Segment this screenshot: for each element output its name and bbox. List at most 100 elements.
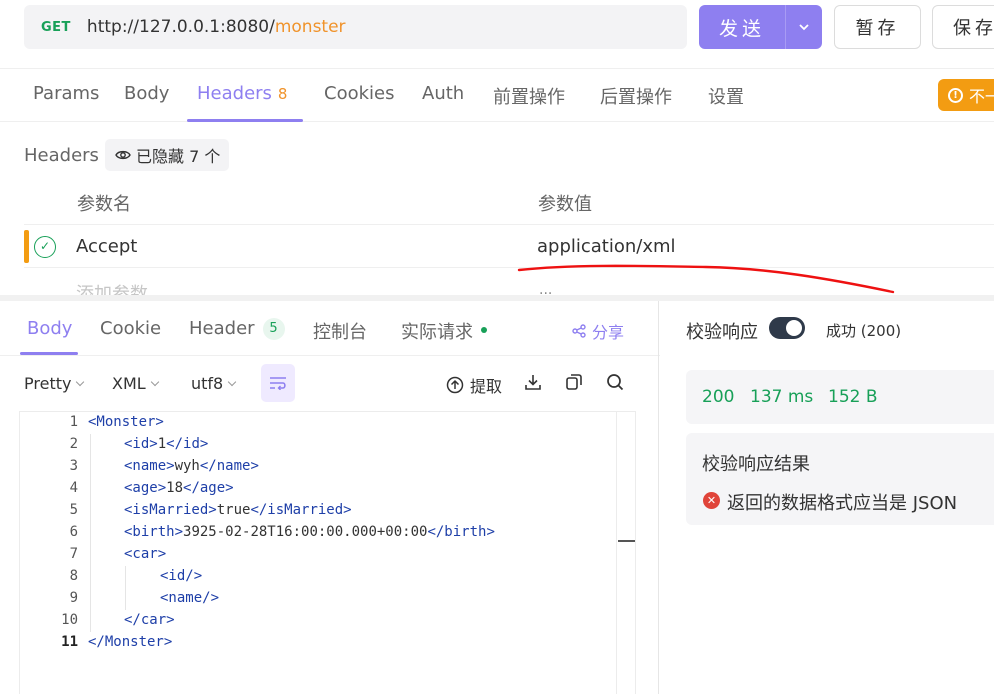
tab-params[interactable]: Params [33, 83, 99, 104]
scrollbar-thumb[interactable] [618, 540, 635, 542]
copy-icon[interactable] [565, 373, 583, 391]
format-value: Pretty [24, 374, 72, 393]
send-dropdown-icon[interactable] [786, 23, 822, 31]
tab-headers-label: Headers [197, 83, 272, 104]
response-tab-header[interactable]: Header 5 [189, 318, 285, 340]
warning-pill[interactable]: ! 不一 [938, 79, 994, 111]
xml-tag: </isMarried> [250, 502, 352, 518]
indent-guide [90, 434, 91, 632]
url-base: http://127.0.0.1:8080/ [86, 17, 275, 37]
tab-settings[interactable]: 设置 [708, 83, 744, 109]
headers-count-badge: 8 [277, 85, 288, 103]
validate-response-label: 校验响应 [686, 322, 758, 343]
send-button[interactable]: 发送 [699, 5, 822, 49]
indent-guide [125, 566, 126, 610]
hidden-chip-label: 已隐藏 7 个 [136, 147, 221, 166]
header-value-input[interactable]: application/xml [537, 236, 676, 257]
code-line: <isMarried>true</isMarried> [124, 502, 352, 518]
hidden-headers-chip[interactable]: 已隐藏 7 个 [105, 139, 229, 171]
header-name-input[interactable]: Accept [76, 236, 137, 257]
search-icon[interactable] [606, 373, 624, 391]
add-param-input[interactable]: 添加参数 [76, 280, 148, 296]
status-dot [481, 327, 487, 333]
response-tab-cookie[interactable]: Cookie [100, 318, 161, 339]
column-header-value: 参数值 [538, 194, 592, 215]
type-dropdown[interactable]: XML [112, 374, 159, 393]
format-dropdown[interactable]: Pretty [24, 374, 85, 393]
encoding-dropdown[interactable]: utf8 [191, 374, 237, 393]
chevron-down-icon [150, 377, 159, 386]
tab-body[interactable]: Body [124, 83, 169, 104]
xml-tag: </age> [183, 480, 234, 496]
validation-error-message: 返回的数据格式应当是 JSON [727, 493, 958, 514]
xml-text: wyh [174, 458, 200, 474]
request-tabs: Params Body Headers 8 Cookies Auth 前置操作 后… [0, 68, 994, 122]
xml-tag: <name> [124, 458, 175, 474]
url-input[interactable]: http://127.0.0.1:8080/monster [87, 17, 346, 37]
tab-cookies[interactable]: Cookies [324, 83, 394, 104]
error-icon: ✕ [703, 492, 720, 509]
word-wrap-button[interactable] [261, 364, 295, 402]
xml-tag: <Monster> [88, 414, 164, 430]
xml-text: 1 [157, 436, 167, 452]
xml-tag: <age> [124, 480, 167, 496]
extract-button[interactable]: 提取 [446, 373, 502, 397]
response-tab-console[interactable]: 控制台 [313, 318, 367, 344]
code-line: <car> [124, 546, 166, 562]
chevron-down-icon [227, 377, 237, 386]
xml-tag: <id/> [160, 568, 203, 584]
xml-tag: <car> [124, 546, 167, 562]
validation-result-title: 校验响应结果 [702, 454, 810, 475]
xml-tag: </Monster> [88, 634, 173, 650]
panel-vertical-divider[interactable] [658, 301, 659, 694]
response-time: 137 ms [750, 387, 814, 407]
panel-resize-bar[interactable] [0, 295, 994, 301]
save-temp-button[interactable]: 暂存 [834, 5, 921, 49]
headers-section-title: Headers [24, 145, 99, 166]
extract-icon [446, 376, 464, 394]
tab-post-processors[interactable]: 后置操作 [600, 83, 672, 109]
response-tab-actual-request[interactable]: 实际请求 [401, 318, 487, 344]
method-label[interactable]: GET [41, 20, 71, 35]
response-status: 成功 (200) [826, 322, 902, 340]
line-number: 1 [69, 414, 78, 430]
toggle-knob [786, 320, 802, 336]
xml-text: true [216, 502, 251, 518]
url-bar[interactable]: GET http://127.0.0.1:8080/monster [24, 5, 687, 49]
response-tab-actual-request-label: 实际请求 [401, 322, 473, 343]
line-number: 7 [69, 546, 78, 562]
save-button[interactable]: 保存 [932, 5, 994, 49]
share-label: 分享 [592, 323, 625, 342]
response-size: 152 B [828, 387, 878, 407]
checkmark-icon[interactable]: ✓ [34, 236, 56, 258]
code-line: <Monster> [88, 414, 164, 430]
chevron-down-icon [76, 377, 85, 386]
response-tab-body[interactable]: Body [27, 318, 72, 339]
xml-text: 18 [166, 480, 184, 496]
code-line: <age>18</age> [124, 480, 234, 496]
word-wrap-icon [270, 377, 286, 390]
status-code: 200 [702, 387, 735, 407]
encoding-value: utf8 [191, 374, 224, 393]
xml-tag: </birth> [427, 524, 495, 540]
share-button[interactable]: 分享 [572, 319, 624, 343]
validation-result-card: 校验响应结果 ✕ 返回的数据格式应当是 JSON [686, 433, 994, 525]
header-count-badge: 5 [262, 318, 285, 340]
code-line: <birth>3925-02-28T16:00:00.000+00:00</bi… [124, 524, 495, 540]
tab-auth[interactable]: Auth [422, 83, 464, 104]
response-code-editor[interactable]: 1 2 3 4 5 6 7 8 9 10 11 <Monster> <id>1</id> <name>w… [19, 411, 636, 694]
tab-pre-processors[interactable]: 前置操作 [493, 83, 565, 109]
xml-tag: <id> [124, 436, 158, 452]
red-underline-annotation [517, 264, 895, 294]
code-line: <name>wyh</name> [124, 458, 259, 474]
response-tab-header-label: Header [189, 318, 255, 339]
download-icon[interactable] [524, 373, 542, 391]
validate-response-toggle[interactable] [769, 317, 805, 339]
column-header-name: 参数名 [77, 194, 131, 215]
send-label: 发送 [718, 17, 765, 40]
tab-headers[interactable]: Headers 8 [197, 83, 287, 104]
line-number: 4 [69, 480, 78, 496]
scrollbar-track[interactable] [616, 412, 617, 694]
warning-pill-label: 不一 [969, 87, 994, 106]
code-line: </Monster> [88, 634, 172, 650]
